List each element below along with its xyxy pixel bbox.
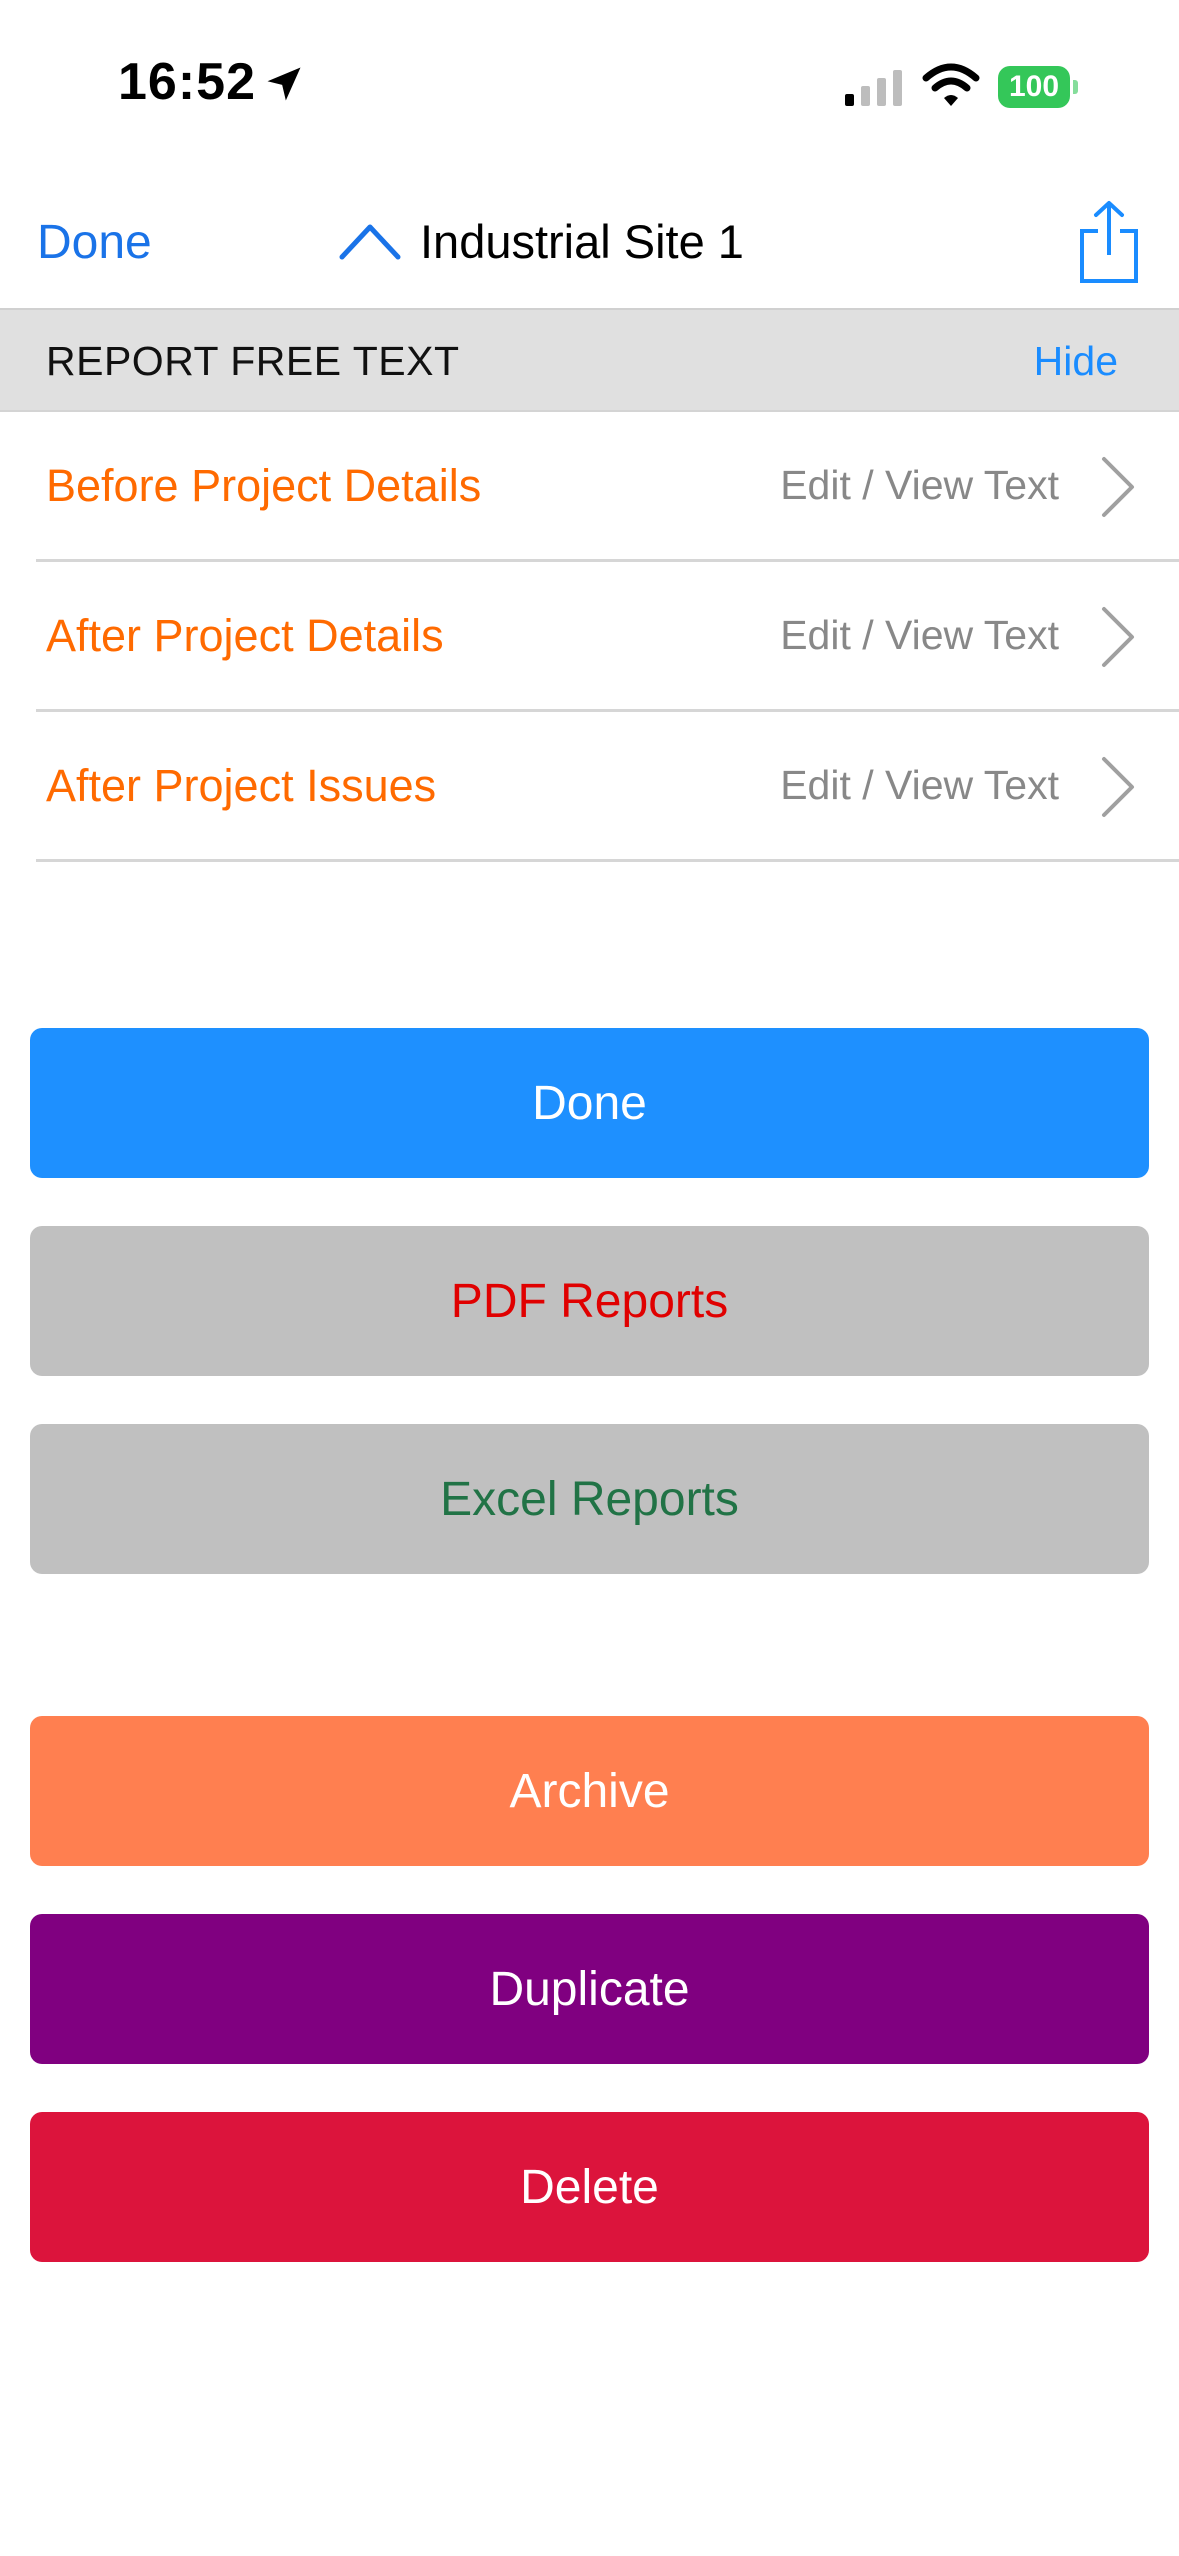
row-detail: Edit / View Text xyxy=(780,462,1059,508)
duplicate-button[interactable]: Duplicate xyxy=(30,1914,1149,2064)
archive-button[interactable]: Archive xyxy=(30,1716,1149,1866)
pdf-reports-button[interactable]: PDF Reports xyxy=(30,1226,1149,1376)
cell-signal-icon xyxy=(845,70,902,106)
row-label: Before Project Details xyxy=(46,460,482,511)
section-title: REPORT FREE TEXT xyxy=(46,338,460,384)
hide-button[interactable]: Hide xyxy=(1034,338,1118,385)
row-label: After Project Issues xyxy=(46,760,437,811)
battery-icon: 100 xyxy=(998,66,1078,110)
row-detail: Edit / View Text xyxy=(780,612,1059,658)
battery-level: 100 xyxy=(1008,70,1060,103)
location-arrow-icon xyxy=(267,67,301,101)
divider xyxy=(36,859,1179,862)
chevron-up-icon xyxy=(339,224,401,260)
chevron-right-icon xyxy=(1102,757,1134,817)
status-time: 16:52 xyxy=(118,53,256,111)
excel-reports-button[interactable]: Excel Reports xyxy=(30,1424,1149,1574)
row-after-project-details[interactable]: After Project Details Edit / View Text xyxy=(0,562,1179,712)
nav-done-button[interactable]: Done xyxy=(37,215,152,270)
done-button[interactable]: Done xyxy=(30,1028,1149,1178)
navigation-bar: Done Industrial Site 1 xyxy=(0,175,1179,308)
row-label: After Project Details xyxy=(46,610,444,661)
nav-title-button[interactable]: Industrial Site 1 xyxy=(338,211,744,271)
row-before-project-details[interactable]: Before Project Details Edit / View Text xyxy=(0,412,1179,562)
share-icon[interactable] xyxy=(1078,199,1140,285)
delete-button[interactable]: Delete xyxy=(30,2112,1149,2262)
wifi-icon xyxy=(922,63,980,106)
row-after-project-issues[interactable]: After Project Issues Edit / View Text xyxy=(0,712,1179,862)
row-detail: Edit / View Text xyxy=(780,762,1059,808)
section-header-report-free-text: REPORT FREE TEXT Hide xyxy=(0,308,1179,412)
nav-title: Industrial Site 1 xyxy=(420,214,744,268)
chevron-right-icon xyxy=(1102,457,1134,517)
chevron-right-icon xyxy=(1102,607,1134,667)
status-bar: 16:52 100 xyxy=(0,0,1179,175)
